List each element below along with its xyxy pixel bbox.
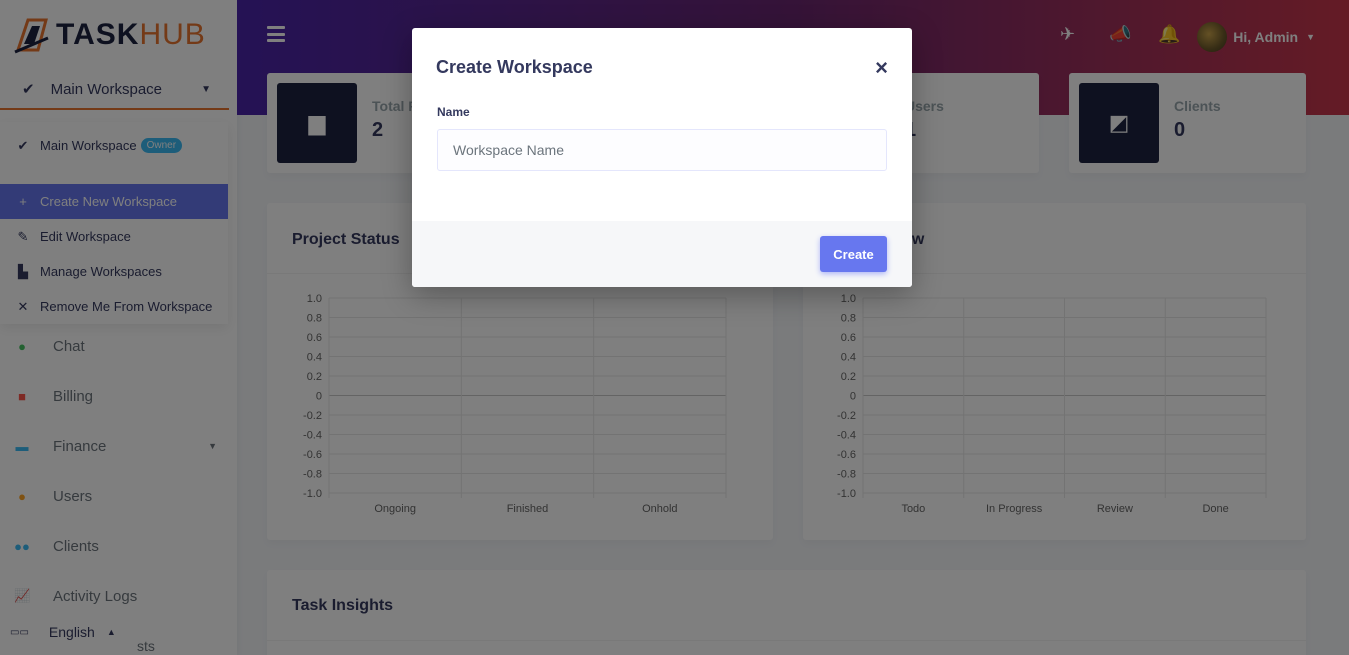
workspace-name-input[interactable] xyxy=(437,129,887,171)
create-button[interactable]: Create xyxy=(820,236,887,272)
create-workspace-modal: Create Workspace × Name Create xyxy=(412,28,912,287)
close-icon[interactable]: × xyxy=(875,55,888,81)
modal-footer: Create xyxy=(412,221,912,287)
modal-title: Create Workspace xyxy=(436,57,593,77)
name-label: Name xyxy=(437,105,470,119)
